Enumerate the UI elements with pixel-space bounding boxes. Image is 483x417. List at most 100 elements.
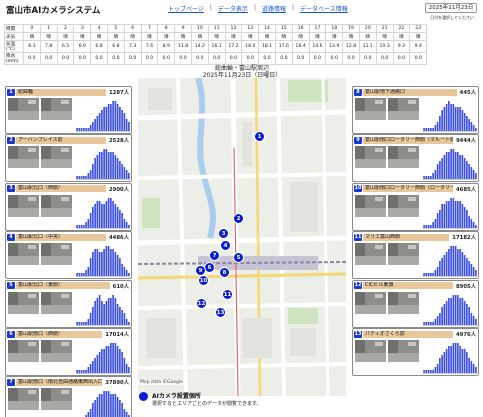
camera-card-3[interactable]: 3 富山駅北口（西側） 2900人 — [5, 182, 132, 231]
camera-snapshot[interactable] — [8, 194, 39, 217]
hourly-bar — [110, 104, 112, 131]
hourly-bar — [80, 370, 83, 373]
camera-snapshot[interactable] — [41, 243, 72, 266]
hourly-bar — [441, 110, 443, 131]
camera-snapshot[interactable] — [355, 98, 386, 120]
weather-cell: 8 — [157, 23, 176, 34]
weather-cell: 14.6 — [308, 40, 327, 54]
camera-card-5[interactable]: 5 富山駅北口（東側） 610人 — [5, 279, 132, 328]
weather-cell: 0.0 — [140, 52, 159, 66]
card-number: 12 — [354, 282, 362, 290]
camera-snapshot[interactable] — [355, 291, 386, 314]
weather-cell: 0.0 — [207, 52, 226, 66]
camera-snapshot[interactable] — [388, 243, 419, 266]
camera-snapshot[interactable] — [388, 340, 419, 362]
weather-cell: 晴 — [258, 32, 276, 42]
camera-card-4[interactable]: 4 富山駅北口（中央） 4486人 — [5, 231, 132, 280]
map-credit: Map data ©Google — [138, 380, 185, 385]
nav-top-page[interactable]: トップページ — [168, 4, 204, 13]
camera-snapshot[interactable] — [8, 98, 39, 120]
camera-snapshot[interactable] — [388, 194, 419, 217]
hourly-bar — [468, 306, 470, 325]
area-map[interactable]: 1 2 3 4 5 6 7 8 9 10 11 12 13 — [138, 78, 346, 396]
camera-marker-13[interactable]: 13 — [215, 307, 226, 318]
camera-snapshot[interactable] — [8, 243, 39, 266]
hourly-bar — [427, 176, 430, 180]
nav-road-info[interactable]: 道路情報 — [262, 4, 286, 13]
nav-database-info[interactable]: データベース情報 — [300, 4, 348, 13]
camera-snapshot[interactable] — [8, 388, 39, 411]
weather-cell: 1 — [39, 23, 58, 34]
camera-snapshot[interactable] — [41, 194, 72, 217]
hourly-bar — [432, 273, 434, 277]
camera-snapshot[interactable] — [41, 388, 72, 411]
hourly-bar — [441, 306, 443, 325]
weather-cell: 7.8 — [39, 40, 58, 54]
camera-marker-5[interactable]: 5 — [233, 252, 244, 263]
camera-card-10[interactable]: 10富山駅南口ロータリー西側（ロータリー側）4685人 — [352, 182, 479, 231]
camera-marker-1[interactable]: 1 — [254, 131, 265, 142]
date-picker[interactable]: 2025年11月23日 — [425, 3, 477, 13]
camera-card-1[interactable]: 1 総曲輪 1287人 — [5, 86, 132, 134]
camera-card-12[interactable]: 12 CiCビル東側 8905人 — [352, 279, 479, 328]
camera-snapshot[interactable] — [355, 340, 386, 362]
camera-snapshot[interactable] — [355, 194, 386, 217]
hourly-bar — [463, 113, 466, 131]
camera-marker-10[interactable]: 10 — [198, 275, 209, 286]
weather-cell: 晴 — [157, 32, 176, 42]
camera-card-7[interactable]: 7富山駅南口（南北自由通路東西出入口エリア）37890人 — [5, 376, 132, 417]
hourly-bar — [461, 349, 464, 373]
weather-cell: 22 — [392, 23, 411, 34]
hourly-bar — [89, 212, 92, 228]
camera-card-8[interactable]: 8 富山駅地下通路口 445人 — [352, 86, 479, 134]
camera-marker-12[interactable]: 12 — [196, 298, 207, 309]
weather-cell: 18 — [325, 23, 344, 34]
camera-snapshot[interactable] — [8, 291, 39, 314]
hourly-bar — [452, 197, 455, 228]
camera-marker-4[interactable]: 4 — [220, 240, 231, 251]
card-location-name: 富山駅北口（中央） — [16, 233, 106, 241]
camera-card-2[interactable]: 2 アーバンプレイス前 2528人 — [5, 134, 132, 183]
hourly-bar — [457, 343, 459, 373]
camera-snapshot[interactable] — [41, 146, 72, 169]
hourly-bar — [128, 224, 130, 228]
weather-cell: 7.3 — [123, 40, 142, 54]
camera-snapshot[interactable] — [8, 146, 39, 169]
hourly-bar — [119, 258, 121, 277]
hourly-bar — [110, 394, 112, 417]
camera-marker-3[interactable]: 3 — [218, 228, 229, 239]
camera-marker-11[interactable]: 11 — [222, 289, 233, 300]
camera-snapshot[interactable] — [388, 291, 419, 314]
camera-snapshot[interactable] — [8, 340, 39, 362]
camera-snapshot[interactable] — [41, 98, 72, 120]
hourly-bar — [423, 321, 425, 325]
hourly-bar — [110, 249, 112, 277]
hourly-bar — [439, 261, 441, 277]
camera-card-11[interactable]: 11 マリエ富山西側 17182人 — [352, 231, 479, 280]
camera-snapshot[interactable] — [355, 146, 386, 169]
hourly-bar — [96, 249, 99, 277]
weather-cell: 8.3 — [23, 40, 41, 54]
hourly-bar — [116, 346, 119, 373]
camera-snapshot[interactable] — [388, 146, 419, 169]
nav-data-view[interactable]: データ表示 — [218, 4, 248, 13]
hourly-bar — [443, 155, 446, 180]
card-number: 11 — [354, 233, 362, 241]
camera-marker-2[interactable]: 2 — [233, 213, 244, 224]
hourly-bar — [423, 273, 425, 277]
map-area-name: 総曲輪・富山駅周辺 — [214, 65, 269, 72]
hourly-bar — [125, 364, 128, 373]
camera-marker-7[interactable]: 7 — [209, 250, 220, 261]
card-people-count: 2900人 — [108, 186, 129, 193]
camera-snapshot[interactable] — [355, 243, 386, 266]
camera-card-13[interactable]: 13 パティオさくら前 4976人 — [352, 328, 479, 376]
camera-snapshot[interactable] — [388, 98, 419, 120]
camera-card-6[interactable]: 6 富山駅南口（西側） 17014人 — [5, 328, 132, 376]
camera-card-9[interactable]: 9 富山駅南口ロータリー西側（マルート側） 9444人 — [352, 134, 479, 183]
camera-snapshot[interactable] — [41, 291, 72, 314]
camera-snapshot[interactable] — [41, 340, 72, 362]
date-picker-hint: 日付を選択してください — [430, 15, 474, 20]
camera-marker-8[interactable]: 8 — [219, 267, 230, 278]
weather-cell: 18.1 — [258, 40, 276, 54]
hourly-bar — [103, 391, 105, 417]
